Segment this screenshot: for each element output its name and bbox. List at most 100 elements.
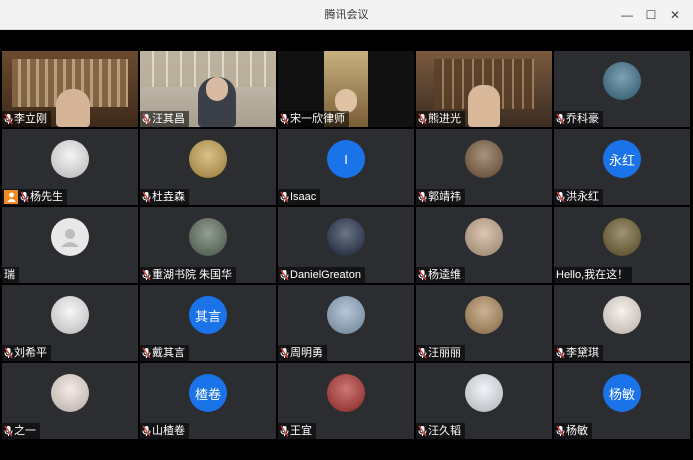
default-user-icon [61, 229, 79, 247]
participant-tile[interactable]: 杨逵维 [416, 207, 552, 283]
minimize-icon[interactable]: — [615, 0, 639, 30]
participant-tile[interactable]: 李立刚 [2, 51, 138, 127]
participant-tile[interactable]: 其言 戴其言 [140, 285, 276, 361]
participant-tile[interactable]: 汪其昌 [140, 51, 276, 127]
mic-muted-icon [556, 347, 565, 359]
participant-avatar [465, 218, 503, 256]
participant-avatar [603, 218, 641, 256]
close-icon[interactable]: ✕ [663, 0, 687, 30]
host-icon [4, 190, 18, 204]
participant-name-label: 宋一欣律师 [278, 111, 349, 127]
bottom-bar [0, 440, 693, 460]
avatar-initials: 永红 [608, 152, 635, 168]
participant-name: 汪丽丽 [428, 347, 461, 359]
mic-muted-icon [556, 191, 565, 203]
avatar-photo [465, 374, 503, 412]
participant-avatar [327, 374, 365, 412]
participant-avatar: 其言 [189, 296, 227, 334]
mic-muted-icon [142, 269, 151, 281]
participant-tile[interactable]: 郭靖祎 [416, 129, 552, 205]
mic-muted-icon [280, 347, 289, 359]
participant-tile[interactable]: 刘希平 [2, 285, 138, 361]
avatar-photo [327, 296, 365, 334]
participant-tile[interactable]: 之一 [2, 363, 138, 439]
participant-name: 乔科豪 [566, 113, 599, 125]
participant-tile[interactable]: Hello,我在这！ [554, 207, 690, 283]
title-bar: 腾讯会议 — ☐ ✕ [0, 0, 693, 30]
participant-avatar: I [327, 140, 365, 178]
participant-tile[interactable]: 重湖书院 朱国华 [140, 207, 276, 283]
participant-name-label: 周明勇 [278, 345, 327, 361]
mic-muted-icon [4, 425, 13, 437]
avatar-photo [51, 140, 89, 178]
participant-avatar: 永红 [603, 140, 641, 178]
participant-avatar: 杨敏 [603, 374, 641, 412]
avatar-photo [465, 296, 503, 334]
mic-muted-icon [142, 191, 151, 203]
participant-tile[interactable]: I Isaac [278, 129, 414, 205]
mic-muted-icon [418, 113, 427, 125]
participant-name: 刘希平 [14, 347, 47, 359]
maximize-icon[interactable]: ☐ [639, 0, 663, 30]
participant-avatar [327, 218, 365, 256]
avatar-initials: 其言 [194, 308, 221, 324]
participant-name-label: 乔科豪 [554, 111, 603, 127]
participant-tile[interactable]: 熊进光 [416, 51, 552, 127]
participant-tile[interactable]: 乔科豪 [554, 51, 690, 127]
participant-name-label: 李黛琪 [554, 345, 603, 361]
participant-tile[interactable]: 杜垚森 [140, 129, 276, 205]
avatar-photo [603, 296, 641, 334]
participant-name-label: 之一 [2, 423, 40, 439]
participant-name-label: 王宜 [278, 423, 316, 439]
participant-name-label: 杜垚森 [140, 189, 189, 205]
participant-tile[interactable]: 宋一欣律师 [278, 51, 414, 127]
participant-name: 王宜 [290, 425, 312, 437]
mic-muted-icon [418, 347, 427, 359]
avatar-photo [327, 218, 365, 256]
participant-tile[interactable]: DanielGreaton [278, 207, 414, 283]
participant-tile[interactable]: 汪丽丽 [416, 285, 552, 361]
avatar-initials: 杨敏 [608, 386, 635, 402]
participant-name: Isaac [290, 191, 317, 203]
mic-muted-icon [142, 347, 151, 359]
participant-name: 杨先生 [30, 191, 63, 203]
participant-name-label: 杨敏 [554, 423, 592, 439]
participant-name: 杜垚森 [152, 191, 185, 203]
participant-name: 戴其言 [152, 347, 185, 359]
mic-muted-icon [418, 269, 427, 281]
participant-tile[interactable]: 楂卷 山楂卷 [140, 363, 276, 439]
avatar-photo [51, 374, 89, 412]
participant-name-label: 汪久韬 [416, 423, 465, 439]
participant-avatar [51, 140, 89, 178]
participant-tile[interactable]: 永红 洪永红 [554, 129, 690, 205]
participant-name: 山楂卷 [152, 425, 185, 437]
mic-muted-icon [280, 113, 289, 125]
participant-tile[interactable]: 汪久韬 [416, 363, 552, 439]
mic-muted-icon [4, 347, 13, 359]
participant-avatar: 楂卷 [189, 374, 227, 412]
participant-tile[interactable]: 瑞 [2, 207, 138, 283]
mic-muted-icon [280, 425, 289, 437]
participant-tile[interactable]: 李黛琪 [554, 285, 690, 361]
participant-name-label: 重湖书院 朱国华 [140, 267, 237, 283]
participant-name: 宋一欣律师 [290, 113, 345, 125]
participant-tile[interactable]: 杨先生 [2, 129, 138, 205]
avatar-photo [603, 62, 641, 100]
mic-muted-icon [418, 191, 427, 203]
participant-name-label: 山楂卷 [140, 423, 189, 439]
window-title: 腾讯会议 [324, 9, 369, 21]
participant-name: 周明勇 [290, 347, 323, 359]
participant-name-label: 汪丽丽 [416, 345, 465, 361]
participant-tile[interactable]: 周明勇 [278, 285, 414, 361]
participant-name: 重湖书院 朱国华 [152, 269, 233, 281]
participant-tile[interactable]: 王宜 [278, 363, 414, 439]
participant-name: 郭靖祎 [428, 191, 461, 203]
participant-name: 洪永红 [566, 191, 599, 203]
participant-name-label: DanielGreaton [278, 267, 365, 283]
mic-muted-icon [556, 113, 565, 125]
participant-name-label: 汪其昌 [140, 111, 189, 127]
participant-tile[interactable]: 杨敏 杨敏 [554, 363, 690, 439]
avatar-initials: 楂卷 [194, 386, 221, 402]
participant-name: Hello,我在这！ [556, 269, 629, 281]
participant-name: 杨逵维 [428, 269, 461, 281]
